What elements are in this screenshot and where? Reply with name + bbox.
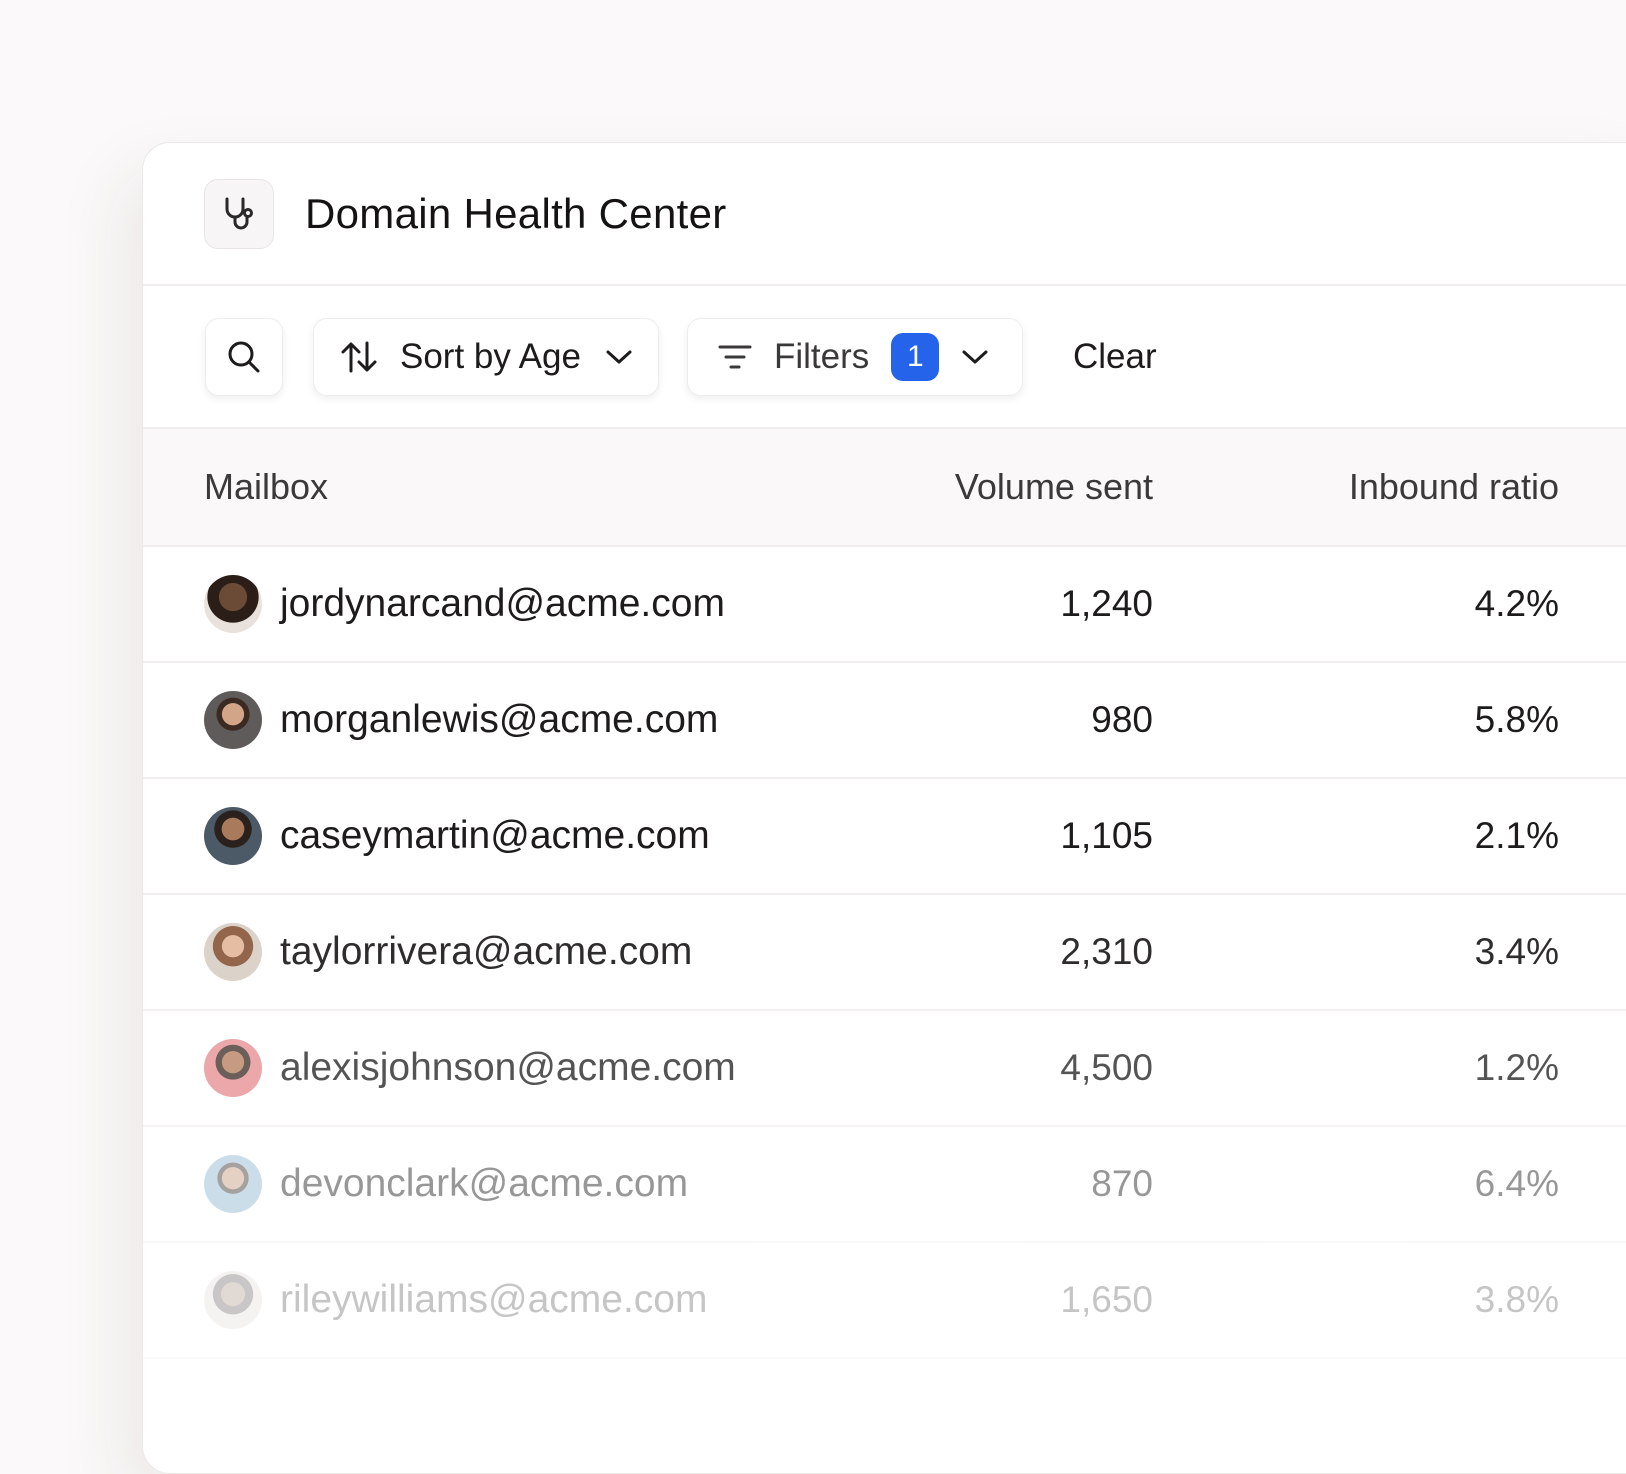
sort-label: Sort by Age xyxy=(400,336,581,376)
search-button[interactable] xyxy=(205,317,283,396)
inbound-ratio: 2.1% xyxy=(1474,815,1559,856)
mailbox-email: alexisjohnson@acme.com xyxy=(280,1046,736,1089)
table-row[interactable]: jordynarcand@acme.com 1,240 4.2% xyxy=(143,547,1626,663)
table-row[interactable]: rileywilliams@acme.com 1,650 3.8% xyxy=(143,1243,1626,1359)
avatar xyxy=(204,575,262,633)
chevron-down-icon xyxy=(962,350,988,363)
volume-sent: 2,310 xyxy=(1060,931,1153,972)
inbound-ratio: 3.8% xyxy=(1474,1279,1559,1320)
table-header: Mailbox Volume sent Inbound ratio xyxy=(143,429,1626,547)
inbound-ratio: 4.2% xyxy=(1474,583,1559,624)
mailbox-email: rileywilliams@acme.com xyxy=(280,1278,708,1321)
clear-button[interactable]: Clear xyxy=(1073,337,1157,377)
sort-arrows-icon xyxy=(341,341,377,372)
table-row[interactable]: taylorrivera@acme.com 2,310 3.4% xyxy=(143,895,1626,1011)
mailbox-email: caseymartin@acme.com xyxy=(280,814,710,857)
mailbox-email: morganlewis@acme.com xyxy=(280,698,719,741)
inbound-ratio: 1.2% xyxy=(1474,1047,1559,1088)
avatar xyxy=(204,923,262,981)
inbound-ratio: 6.4% xyxy=(1474,1163,1559,1204)
table-row[interactable]: morganlewis@acme.com 980 5.8% xyxy=(143,663,1626,779)
filters-count-badge: 1 xyxy=(891,332,940,381)
toolbar: Sort by Age Filters 1 Clear xyxy=(143,286,1626,429)
volume-sent: 980 xyxy=(1091,699,1153,740)
column-header-mailbox[interactable]: Mailbox xyxy=(204,466,328,508)
mailbox-email: devonclark@acme.com xyxy=(280,1162,689,1205)
volume-sent: 870 xyxy=(1091,1163,1153,1204)
filters-dropdown[interactable]: Filters 1 xyxy=(687,317,1023,396)
avatar xyxy=(204,1155,262,1213)
filters-label: Filters xyxy=(774,336,870,376)
avatar xyxy=(204,1271,262,1329)
search-icon xyxy=(228,341,260,372)
mailbox-email: taylorrivera@acme.com xyxy=(280,930,693,973)
volume-sent: 1,105 xyxy=(1060,815,1153,856)
panel-header: Domain Health Center xyxy=(143,143,1626,286)
table-row[interactable]: devonclark@acme.com 870 6.4% xyxy=(143,1127,1626,1243)
column-header-inbound-ratio[interactable]: Inbound ratio xyxy=(1243,466,1559,508)
volume-sent: 4,500 xyxy=(1060,1047,1153,1088)
avatar xyxy=(204,807,262,865)
domain-health-panel: Domain Health Center Sort by Age Filters… xyxy=(142,142,1626,1474)
inbound-ratio: 3.4% xyxy=(1474,931,1559,972)
inbound-ratio: 5.8% xyxy=(1474,699,1559,740)
avatar xyxy=(204,1039,262,1097)
stethoscope-icon xyxy=(204,178,274,249)
table-row[interactable]: caseymartin@acme.com 1,105 2.1% xyxy=(143,779,1626,895)
page-title: Domain Health Center xyxy=(305,189,727,237)
chevron-down-icon xyxy=(606,350,632,363)
filter-lines-icon xyxy=(718,345,752,368)
volume-sent: 1,650 xyxy=(1060,1279,1153,1320)
table-body: jordynarcand@acme.com 1,240 4.2% morganl… xyxy=(143,547,1626,1359)
volume-sent: 1,240 xyxy=(1060,583,1153,624)
column-header-volume-sent[interactable]: Volume sent xyxy=(903,466,1153,508)
mailbox-email: jordynarcand@acme.com xyxy=(280,582,725,625)
sort-dropdown[interactable]: Sort by Age xyxy=(313,317,659,396)
table-row[interactable]: alexisjohnson@acme.com 4,500 1.2% xyxy=(143,1011,1626,1127)
avatar xyxy=(204,691,262,749)
